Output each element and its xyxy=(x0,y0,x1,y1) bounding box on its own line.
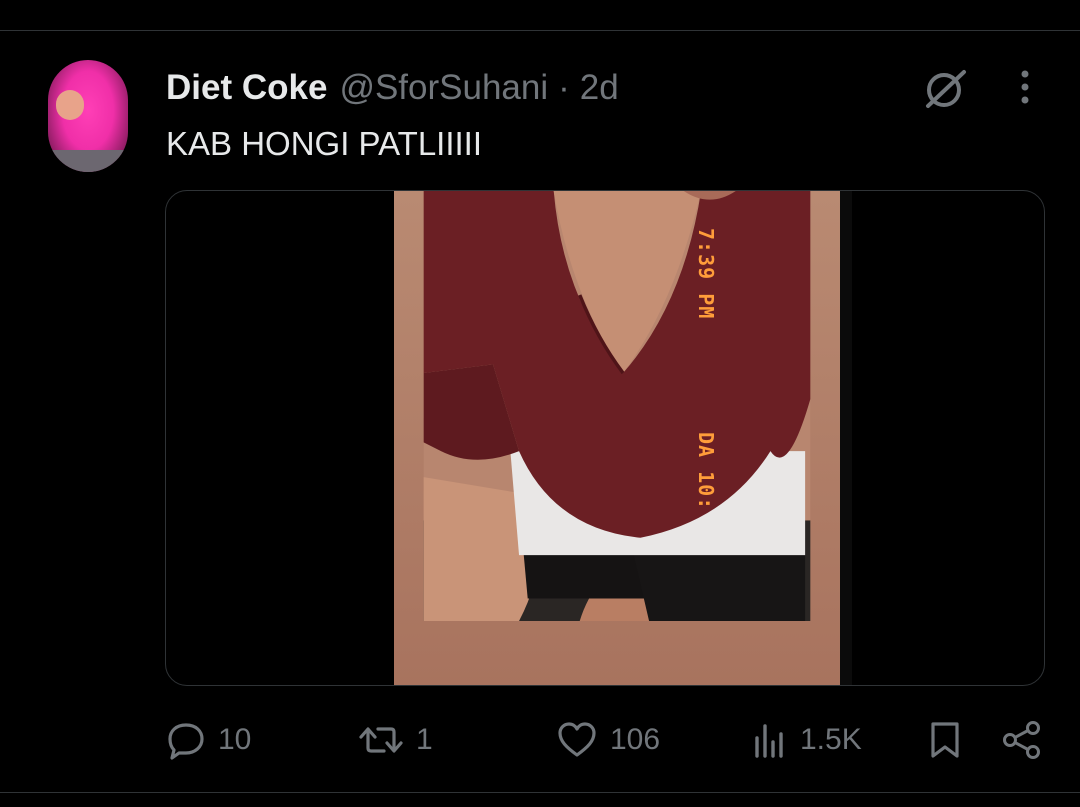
share-button[interactable] xyxy=(1000,712,1044,768)
grok-icon[interactable] xyxy=(920,66,968,114)
avatar[interactable] xyxy=(48,60,128,172)
top-divider xyxy=(0,30,1080,31)
more-icon[interactable] xyxy=(1003,66,1047,110)
photo-date-stamp: DA 10: xyxy=(694,432,718,511)
share-icon xyxy=(1000,720,1044,760)
reply-button[interactable]: 10 xyxy=(166,712,251,768)
avatar-hand xyxy=(56,90,84,120)
separator-dot: · xyxy=(558,68,570,107)
views-count: 1.5K xyxy=(800,723,862,756)
action-bar: 10 1 106 1.5K xyxy=(0,712,1080,768)
repost-count: 1 xyxy=(416,723,433,756)
tweet-time[interactable]: 2d xyxy=(580,66,619,110)
views-button[interactable]: 1.5K xyxy=(752,712,862,768)
bookmark-button[interactable] xyxy=(926,712,964,768)
photo-time-stamp: 7:39 PM xyxy=(694,228,718,320)
tweet-header: Diet Coke @SforSuhani · 2d xyxy=(166,66,619,110)
user-handle[interactable]: @SforSuhani xyxy=(339,66,548,110)
heart-icon xyxy=(556,720,598,760)
reply-count: 10 xyxy=(218,723,252,756)
views-icon xyxy=(752,720,788,760)
photo-content xyxy=(423,191,811,621)
photo-edge xyxy=(840,191,852,685)
like-count: 106 xyxy=(610,723,661,756)
repost-button[interactable]: 1 xyxy=(358,712,433,768)
reply-icon xyxy=(166,720,206,760)
repost-icon xyxy=(358,720,404,760)
bottom-divider xyxy=(0,792,1080,793)
like-button[interactable]: 106 xyxy=(556,712,660,768)
tweet-page: Diet Coke @SforSuhani · 2d KAB HONGI PAT… xyxy=(0,0,1080,807)
tweet-text: KAB HONGI PATLIIIII xyxy=(166,125,483,162)
avatar-lower xyxy=(48,150,128,172)
display-name[interactable]: Diet Coke xyxy=(166,66,327,110)
bookmark-icon xyxy=(926,720,964,760)
tweet-photo[interactable] xyxy=(394,191,840,685)
media-card[interactable] xyxy=(165,190,1045,686)
